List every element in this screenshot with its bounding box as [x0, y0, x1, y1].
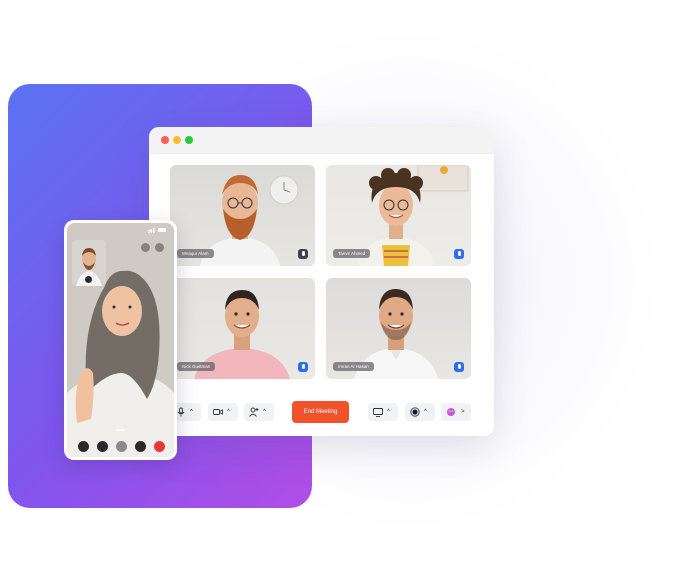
video-tile[interactable]: Imran Al Hasan [326, 278, 471, 379]
camera-icon [213, 409, 223, 415]
microphone-icon[interactable] [454, 249, 464, 259]
swipe-handle[interactable] [116, 429, 125, 431]
phone-mockup [64, 220, 177, 460]
microphone-icon [177, 407, 185, 417]
screen-share-control[interactable]: ^ [368, 403, 398, 421]
minimize-window-dot[interactable] [173, 136, 181, 144]
microphone-icon[interactable] [298, 362, 308, 372]
chevron-right-icon[interactable]: > [461, 408, 465, 416]
record-control[interactable]: ^ [405, 403, 435, 421]
chevron-up-icon[interactable]: ^ [424, 408, 427, 416]
self-view-thumbnail[interactable] [72, 240, 106, 286]
camera-control[interactable]: ^ [208, 403, 238, 421]
video-tile[interactable]: Tanvir Ahmed [326, 165, 471, 266]
chevron-up-icon[interactable]: ^ [387, 408, 390, 416]
flash-icon[interactable] [141, 243, 150, 252]
microphone-icon[interactable] [298, 249, 308, 259]
end-meeting-button[interactable]: End Meeting [292, 401, 349, 423]
meeting-window: Mnaqur Alam Tanvir Ahmed Nick Gustman Im… [149, 127, 494, 436]
participant-name-tag: Nick Gustman [177, 362, 216, 371]
add-participant-control[interactable]: ^ [244, 403, 274, 421]
camera-icon[interactable] [97, 441, 108, 452]
chevron-up-icon[interactable]: ^ [227, 408, 230, 416]
window-titlebar [149, 127, 494, 154]
flip-camera-icon[interactable] [116, 441, 127, 452]
microphone-icon[interactable] [135, 441, 146, 452]
reactions-icon [447, 408, 455, 416]
close-window-dot[interactable] [161, 136, 169, 144]
record-icon [410, 407, 420, 417]
maximize-window-dot[interactable] [185, 136, 193, 144]
add-person-icon[interactable] [155, 243, 164, 252]
video-tile[interactable]: Mnaqur Alam [170, 165, 315, 266]
microphone-icon[interactable] [454, 362, 464, 372]
screen-share-icon [373, 408, 383, 417]
phone-video-call [67, 223, 174, 457]
status-bar-icons [148, 228, 166, 233]
add-user-icon [249, 407, 259, 417]
chevron-up-icon[interactable]: ^ [190, 408, 193, 416]
participant-name-tag: Mnaqur Alam [177, 249, 214, 258]
end-call-icon[interactable] [154, 441, 165, 452]
participant-name-tag: Imran Al Hasan [333, 362, 374, 371]
video-tile[interactable]: Nick Gustman [170, 278, 315, 379]
chevron-up-icon[interactable]: ^ [263, 408, 266, 416]
camera-switch-icon[interactable] [85, 276, 92, 283]
reactions-control[interactable]: > [441, 403, 471, 421]
participant-name-tag: Tanvir Ahmed [333, 249, 371, 258]
effects-icon[interactable] [78, 441, 89, 452]
